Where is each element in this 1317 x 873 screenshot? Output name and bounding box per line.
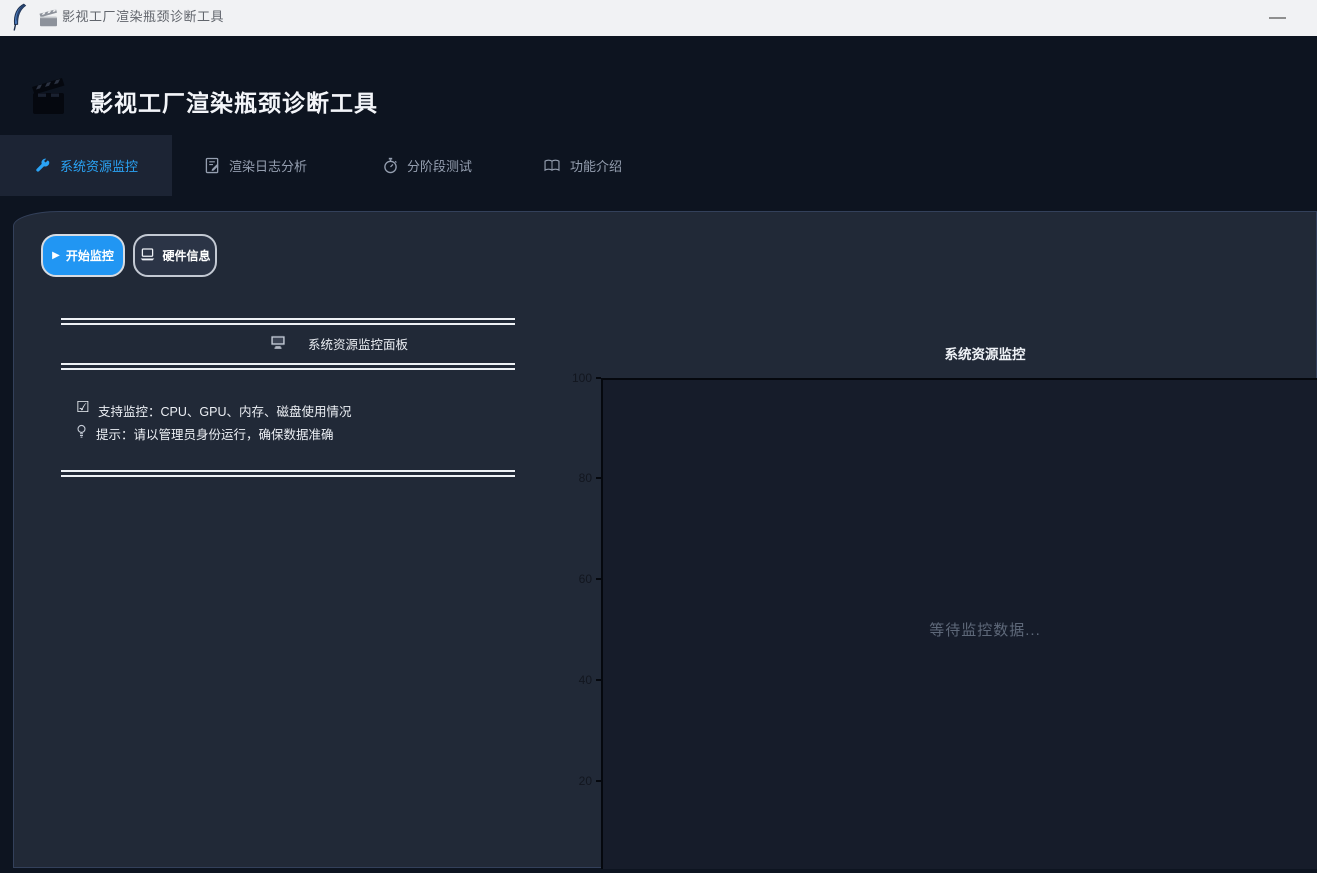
tab-label: 系统资源监控: [60, 156, 138, 175]
laptop-icon: [139, 247, 156, 265]
ytick-40: 40: [552, 672, 592, 688]
double-rule: [61, 318, 515, 325]
ytick-20: 20: [552, 773, 592, 789]
tab-label: 分阶段测试: [407, 156, 472, 175]
ytick-80: 80: [552, 470, 592, 486]
bulb-icon: [76, 424, 87, 444]
book-icon: [543, 158, 561, 173]
stopwatch-icon: [383, 157, 398, 174]
double-rule: [61, 470, 515, 477]
info-tip-line: 提示：请以管理员身份运行，确保数据准确: [96, 424, 334, 443]
tab-about[interactable]: 功能介绍: [543, 135, 622, 196]
ytick-mark: [596, 377, 601, 379]
tab-staged-test[interactable]: 分阶段测试: [383, 135, 472, 196]
checkbox-checked-icon: ☑: [76, 398, 89, 416]
memo-icon: [205, 157, 220, 174]
ytick-100: 100: [552, 370, 592, 386]
wrench-icon: [34, 157, 51, 174]
chart-placeholder-text: 等待监控数据...: [601, 619, 1317, 640]
play-icon: ▶: [52, 251, 60, 261]
info-panel-title: 系统资源监控面板: [308, 334, 408, 353]
hardware-info-button[interactable]: 硬件信息: [133, 234, 217, 277]
clapperboard-icon-header: [30, 76, 68, 125]
tab-label: 渲染日志分析: [229, 156, 307, 175]
double-rule: [61, 363, 515, 370]
info-feature-line: 支持监控：CPU、GPU、内存、磁盘使用情况: [98, 401, 351, 420]
tab-system-monitor[interactable]: 系统资源监控: [0, 135, 172, 196]
start-monitoring-button[interactable]: ▶ 开始监控: [41, 234, 125, 277]
ytick-mark: [596, 780, 601, 782]
tab-content-panel: ▶ 开始监控 硬件信息 系统资源监控面板 ☑ 支持监控：CPU、GPU、内存、: [13, 211, 1317, 868]
tab-bar: 系统资源监控 渲染日志分析 分阶: [0, 135, 1317, 196]
titlebar: 影视工厂渲染瓶颈诊断工具: [0, 0, 1317, 36]
monitor-icon: [270, 335, 286, 354]
minimize-icon: [1269, 17, 1286, 19]
ytick-60: 60: [552, 571, 592, 587]
app-window: 影视工厂渲染瓶颈诊断工具 影视工厂渲染瓶颈诊断工具 系统资源监控: [0, 0, 1317, 873]
hardware-info-label: 硬件信息: [162, 247, 210, 264]
chart-title: 系统资源监控: [601, 343, 1317, 363]
ytick-mark: [596, 679, 601, 681]
clapperboard-icon-small: [38, 8, 59, 32]
titlebar-title: 影视工厂渲染瓶颈诊断工具: [62, 0, 224, 36]
tk-feather-icon: [10, 3, 27, 37]
tab-label: 功能介绍: [570, 156, 622, 175]
ytick-mark: [596, 477, 601, 479]
tab-render-log[interactable]: 渲染日志分析: [205, 135, 307, 196]
minimize-button[interactable]: [1253, 0, 1301, 36]
page-title: 影视工厂渲染瓶颈诊断工具: [90, 84, 378, 118]
ytick-mark: [596, 578, 601, 580]
start-monitoring-label: 开始监控: [66, 247, 114, 264]
